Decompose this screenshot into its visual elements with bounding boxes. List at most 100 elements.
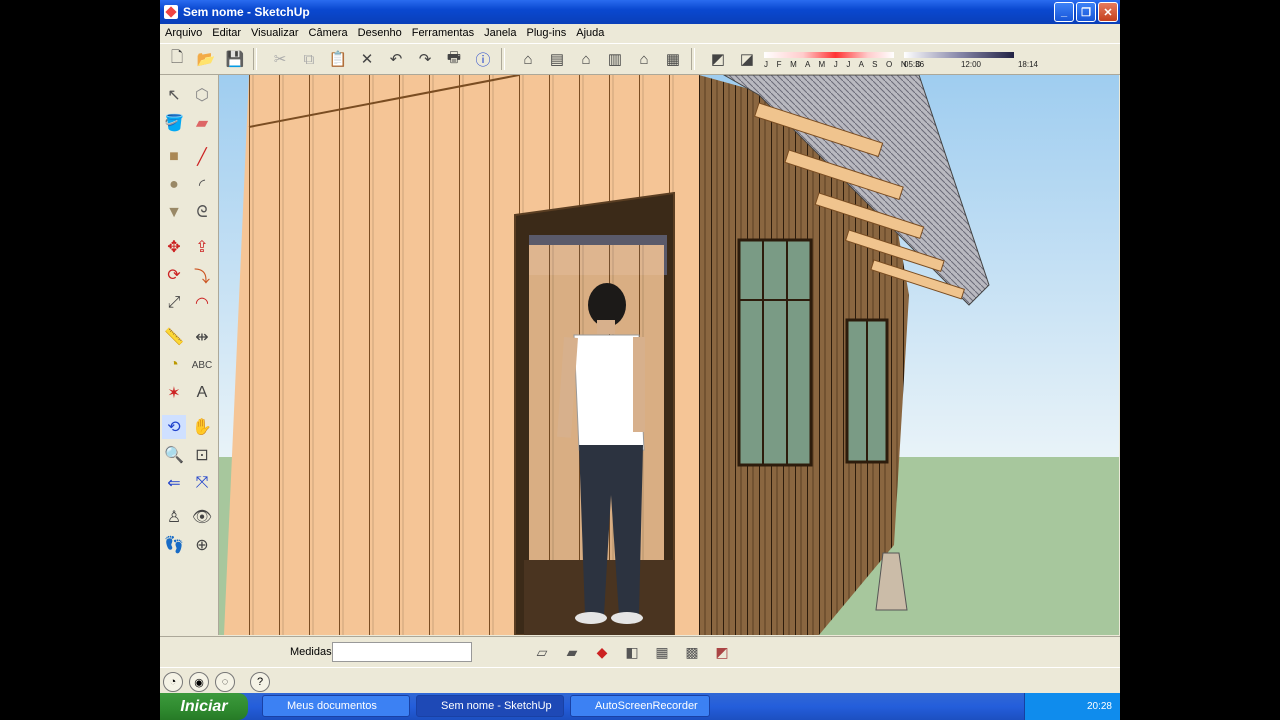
move-icon[interactable]: ✥ xyxy=(162,235,186,259)
line-icon[interactable]: ╱ xyxy=(190,145,214,169)
task-autoscreenrecorder[interactable]: AutoScreenRecorder xyxy=(570,695,710,717)
maximize-button[interactable]: ❐ xyxy=(1076,2,1096,22)
menu-camera[interactable]: Câmera xyxy=(304,27,353,39)
sketchup-window: Sem nome - SketchUp _ ❐ ✕ Arquivo Editar… xyxy=(160,0,1120,720)
left-view-icon[interactable]: ▦ xyxy=(661,47,685,71)
time-slider[interactable] xyxy=(904,52,1014,58)
back-view-icon[interactable]: ⌂ xyxy=(632,47,656,71)
paint-bucket-icon[interactable]: 🪣 xyxy=(162,111,186,135)
status-bar: Medidas ▱ ▰ ◆ ◧ ▦ ▩ ◩ xyxy=(160,636,1120,667)
monochrome-style-icon[interactable]: ▩ xyxy=(680,641,704,663)
xray-style-icon[interactable]: ▱ xyxy=(530,641,554,663)
zoom-extents-icon[interactable]: ⤧ xyxy=(190,471,214,495)
measurements-field[interactable] xyxy=(332,642,472,662)
instructor-icon[interactable]: ◌ xyxy=(215,672,235,692)
freehand-icon[interactable]: ᘓ xyxy=(190,201,214,225)
close-button[interactable]: ✕ xyxy=(1098,2,1118,22)
save-icon[interactable]: 💾 xyxy=(223,47,247,71)
standard-toolbar: 🗋 📂 💾 ✂ ⧉ 📋 ✕ ↶ ↷ 🖶 ⓘ ⌂ ▤ ⌂ ▥ ⌂ ▦ ◩ ◪ J … xyxy=(160,43,1120,75)
paste-icon[interactable]: 📋 xyxy=(326,47,350,71)
toolbar-separator xyxy=(691,48,695,70)
task-meus-documentos[interactable]: Meus documentos xyxy=(262,695,410,717)
start-label: Iniciar xyxy=(180,697,228,715)
cut-icon[interactable]: ✂ xyxy=(268,47,292,71)
measurements-label: Medidas xyxy=(290,646,332,658)
task-label: AutoScreenRecorder xyxy=(595,700,698,712)
new-file-icon[interactable]: 🗋 xyxy=(165,47,189,71)
dimension-icon[interactable]: ⇹ xyxy=(190,325,214,349)
time-start: 05:36 xyxy=(904,60,925,69)
eraser-icon[interactable]: ▰ xyxy=(190,111,214,135)
display-shadows-icon[interactable]: ◪ xyxy=(735,47,759,71)
protractor-icon[interactable]: ◔ xyxy=(162,353,186,377)
menu-desenho[interactable]: Desenho xyxy=(353,27,407,39)
task-sketchup[interactable]: Sem nome - SketchUp xyxy=(416,695,564,717)
shaded-style-icon[interactable]: ◧ xyxy=(620,641,644,663)
pan-icon[interactable]: ✋ xyxy=(190,415,214,439)
3d-text-icon[interactable]: A xyxy=(190,381,214,405)
wireframe-style-icon[interactable]: ▰ xyxy=(560,641,584,663)
toolbar-separator xyxy=(253,48,257,70)
geolocation-icon[interactable]: ◔ xyxy=(163,672,183,692)
menu-ajuda[interactable]: Ajuda xyxy=(571,27,609,39)
menu-bar: Arquivo Editar Visualizar Câmera Desenho… xyxy=(160,24,1120,42)
3d-viewport[interactable] xyxy=(219,75,1119,635)
position-camera-icon[interactable]: ♙ xyxy=(162,505,186,529)
redo-icon[interactable]: ↷ xyxy=(413,47,437,71)
window-title: Sem nome - SketchUp xyxy=(183,5,310,19)
circle-icon[interactable]: ● xyxy=(162,173,186,197)
look-around-icon[interactable]: 👁 xyxy=(190,505,214,529)
clock[interactable]: 20:28 xyxy=(1087,701,1112,712)
rotate-icon[interactable]: ⟳ xyxy=(162,263,186,287)
top-view-icon[interactable]: ▤ xyxy=(545,47,569,71)
orbit-icon[interactable]: ⟲ xyxy=(162,415,186,439)
time-end: 18:14 xyxy=(1017,60,1038,69)
text-icon[interactable]: ABC xyxy=(190,353,214,377)
help-icon[interactable]: ? xyxy=(250,672,270,692)
front-view-icon[interactable]: ⌂ xyxy=(574,47,598,71)
start-button[interactable]: Iniciar xyxy=(160,693,248,720)
hidden-line-style-icon[interactable]: ◆ xyxy=(590,641,614,663)
previous-view-icon[interactable]: ⇐ xyxy=(162,471,186,495)
minimize-button[interactable]: _ xyxy=(1054,2,1074,22)
menu-visualizar[interactable]: Visualizar xyxy=(246,27,304,39)
toolbar-separator xyxy=(501,48,505,70)
large-tool-set: ↖ ⬡ 🪣 ▰ ■ ╱ ● ◜ ▼ ᘓ ✥ ⇪ ⟳ ⤵ ⤢ ◠ 📏 ⇹ ◔ AB… xyxy=(160,75,219,635)
menu-arquivo[interactable]: Arquivo xyxy=(160,27,207,39)
month-slider[interactable] xyxy=(764,52,894,58)
shadow-settings-icon[interactable]: ◩ xyxy=(706,47,730,71)
open-folder-icon[interactable]: 📂 xyxy=(194,47,218,71)
months-label: J F M A M J J A S O N D xyxy=(764,60,925,69)
menu-plugins[interactable]: Plug-ins xyxy=(522,27,572,39)
make-component-icon[interactable]: ⬡ xyxy=(190,83,214,107)
section-plane-icon[interactable]: ⊕ xyxy=(190,533,214,557)
walk-icon[interactable]: 👣 xyxy=(162,533,186,557)
shaded-textures-style-icon[interactable]: ▦ xyxy=(650,641,674,663)
erase-icon[interactable]: ✕ xyxy=(355,47,379,71)
title-bar[interactable]: Sem nome - SketchUp _ ❐ ✕ xyxy=(160,0,1120,24)
select-icon[interactable]: ↖ xyxy=(162,83,186,107)
menu-editar[interactable]: Editar xyxy=(207,27,246,39)
scale-icon[interactable]: ⤢ xyxy=(162,291,186,315)
zoom-window-icon[interactable]: ⊡ xyxy=(190,443,214,467)
right-view-icon[interactable]: ▥ xyxy=(603,47,627,71)
zoom-icon[interactable]: 🔍 xyxy=(162,443,186,467)
menu-ferramentas[interactable]: Ferramentas xyxy=(407,27,479,39)
rectangle-icon[interactable]: ■ xyxy=(162,145,186,169)
polygon-icon[interactable]: ▼ xyxy=(162,201,186,225)
axes-icon[interactable]: ✶ xyxy=(162,381,186,405)
menu-janela[interactable]: Janela xyxy=(479,27,521,39)
print-icon[interactable]: 🖶 xyxy=(442,47,466,71)
model-info-icon[interactable]: ⓘ xyxy=(471,47,495,71)
arc-icon[interactable]: ◜ xyxy=(190,173,214,197)
iso-view-icon[interactable]: ⌂ xyxy=(516,47,540,71)
house-model-scene xyxy=(219,75,1119,635)
credits-icon[interactable]: ◉ xyxy=(189,672,209,692)
offset-icon[interactable]: ◠ xyxy=(190,291,214,315)
push-pull-icon[interactable]: ⇪ xyxy=(190,235,214,259)
undo-icon[interactable]: ↶ xyxy=(384,47,408,71)
edges-style-icon[interactable]: ◩ xyxy=(710,641,734,663)
tape-measure-icon[interactable]: 📏 xyxy=(162,325,186,349)
follow-me-icon[interactable]: ⤵ xyxy=(190,263,214,287)
copy-icon[interactable]: ⧉ xyxy=(297,47,321,71)
